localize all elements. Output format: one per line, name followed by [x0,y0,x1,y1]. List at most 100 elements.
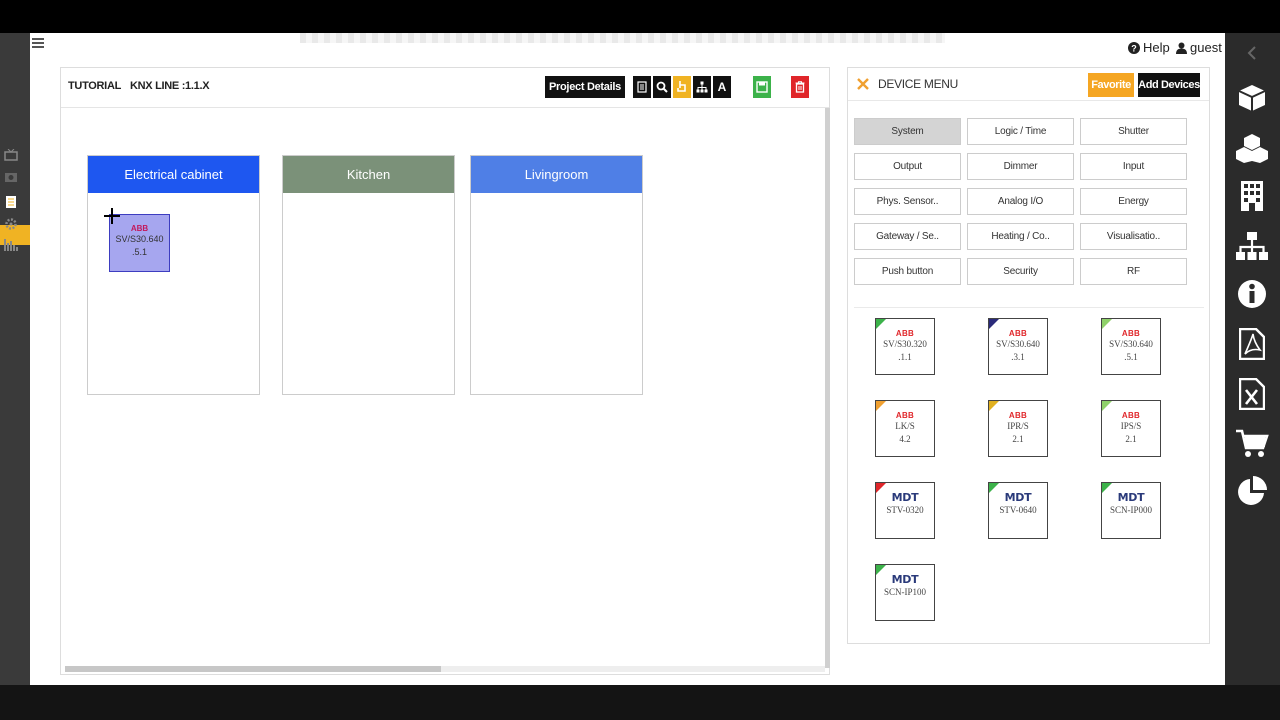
device-model-line2: .3.1 [1011,352,1025,362]
scrollbar-thumb[interactable] [65,666,441,672]
svg-text:?: ? [1131,43,1137,53]
question-circle-icon: ? [1128,41,1140,54]
cart-icon[interactable] [1234,425,1270,461]
device-model-line2: .1.1 [898,352,912,362]
device-model-line1: SV/S30.640 [1109,339,1153,349]
device-menu-header: DEVICE MENU Favorite Add Devices [848,68,1209,101]
menu-hamburger-icon[interactable] [32,38,44,50]
device-tile[interactable]: ABB SV/S30.320 .1.1 [875,318,935,375]
device-brand: ABB [1121,329,1141,338]
device-status-corner [876,483,886,493]
move-cursor-icon [104,208,120,224]
device-tile[interactable]: MDT SCN-IP000 [1101,482,1161,539]
add-devices-button[interactable]: Add Devices [1138,73,1200,97]
user-icon [1176,42,1187,54]
gear-icon[interactable] [3,217,19,231]
pdf-file-icon[interactable] [1234,326,1270,362]
device-model-line1: STV-0640 [999,505,1037,515]
room-title: Electrical cabinet [88,156,259,193]
device-model-line1: LK/S [895,421,915,431]
device-tile[interactable]: ABB LK/S 4.2 [875,400,935,457]
device-tile[interactable]: ABB SV/S30.640 .5.1 [1101,318,1161,375]
info-icon[interactable] [1234,276,1270,312]
category-button[interactable]: Analog I/O [967,188,1074,215]
room-kitchen[interactable]: Kitchen [282,155,455,395]
device-tile[interactable]: ABB IPS/S 2.1 [1101,400,1161,457]
hand-pointer-icon[interactable] [673,76,691,98]
top-handle [300,33,945,43]
category-button[interactable]: Energy [1080,188,1187,215]
device-tile[interactable]: MDT STV-0640 [988,482,1048,539]
right-rail [1225,33,1280,685]
category-button[interactable]: Push button [854,258,961,285]
document-icon[interactable] [3,195,19,209]
device-tile[interactable]: MDT SCN-IP100 [875,564,935,621]
device-model-line1: SCN-IP100 [883,587,926,597]
device-model-line1: SV/S30.640 [115,234,164,244]
left-rail [0,33,30,685]
camera-icon[interactable] [3,171,19,185]
project-name: TUTORIAL [68,80,122,92]
tv-icon[interactable] [3,148,19,163]
device-menu-title: DEVICE MENU [878,77,959,91]
device-status-corner [989,483,999,493]
project-details-button[interactable]: Project Details [545,76,625,98]
device-model-line2: 2.1 [1125,434,1137,444]
category-button[interactable]: Heating / Co.. [967,223,1074,250]
category-button[interactable]: Input [1080,153,1187,180]
device-tile[interactable]: ABB SV/S30.640 .3.1 [988,318,1048,375]
category-button[interactable]: RF [1080,258,1187,285]
knx-line-label: KNX LINE :1.1.X [130,80,210,92]
device-status-corner [1102,319,1112,329]
help-label: Help [1143,40,1170,55]
category-button[interactable]: Security [967,258,1074,285]
device-model-line1: SV/S30.320 [883,339,927,349]
device-tile[interactable]: MDT STV-0320 [875,482,935,539]
device-status-corner [876,319,886,329]
sitemap-icon[interactable] [693,76,711,98]
cube-icon[interactable] [1234,80,1270,116]
room-livingroom[interactable]: Livingroom [470,155,643,395]
search-icon[interactable] [653,76,671,98]
help-link[interactable]: ? Help [1128,40,1170,55]
device-status-corner [876,401,886,411]
category-button[interactable]: Shutter [1080,118,1187,145]
excel-file-icon[interactable] [1234,376,1270,412]
category-button[interactable]: System [854,118,961,145]
font-icon[interactable]: A [713,76,731,98]
bar-chart-icon[interactable] [3,238,19,252]
sitemap-icon[interactable] [1234,228,1270,264]
room-title: Kitchen [283,156,454,193]
device-model-line1: IPR/S [1007,421,1029,431]
save-icon[interactable] [753,76,771,98]
project-toolbar: TUTORIAL KNX LINE :1.1.X Project Details… [61,68,829,108]
category-button[interactable]: Dimmer [967,153,1074,180]
document-icon[interactable] [633,76,651,98]
delete-icon[interactable] [791,76,809,98]
device-model-line1: SCN-IP000 [1109,505,1152,515]
device-brand: ABB [895,329,915,338]
device-model-line2: .5.1 [1124,352,1138,362]
category-button[interactable]: Gateway / Se.. [854,223,961,250]
favorite-button[interactable]: Favorite [1088,73,1134,97]
cubes-icon[interactable] [1234,130,1270,166]
horizontal-scrollbar[interactable] [65,666,825,672]
device-status-corner [989,319,999,329]
screen-frame: ? Help guest TUTORIAL KNX LINE :1.1.X Pr… [0,0,1280,720]
bottom-bar [0,685,1280,720]
category-button[interactable]: Visualisatio.. [1080,223,1187,250]
vertical-scrollbar[interactable] [825,108,830,668]
category-button[interactable]: Output [854,153,961,180]
tools-icon [857,78,869,90]
collapse-chevron-icon[interactable] [1234,35,1270,71]
device-tile[interactable]: ABB IPR/S 2.1 [988,400,1048,457]
building-icon[interactable] [1234,178,1270,214]
device-status-corner [876,565,886,575]
category-button[interactable]: Phys. Sensor.. [854,188,961,215]
room-electrical-cabinet[interactable]: Electrical cabinet ABB SV/S30.640 .5.1 [87,155,260,395]
pie-chart-icon[interactable] [1234,473,1270,509]
category-button[interactable]: Logic / Time [967,118,1074,145]
device-brand: ABB [1008,411,1028,420]
device-model-line2: 2.1 [1012,434,1024,444]
device-model-line1: SV/S30.640 [996,339,1040,349]
